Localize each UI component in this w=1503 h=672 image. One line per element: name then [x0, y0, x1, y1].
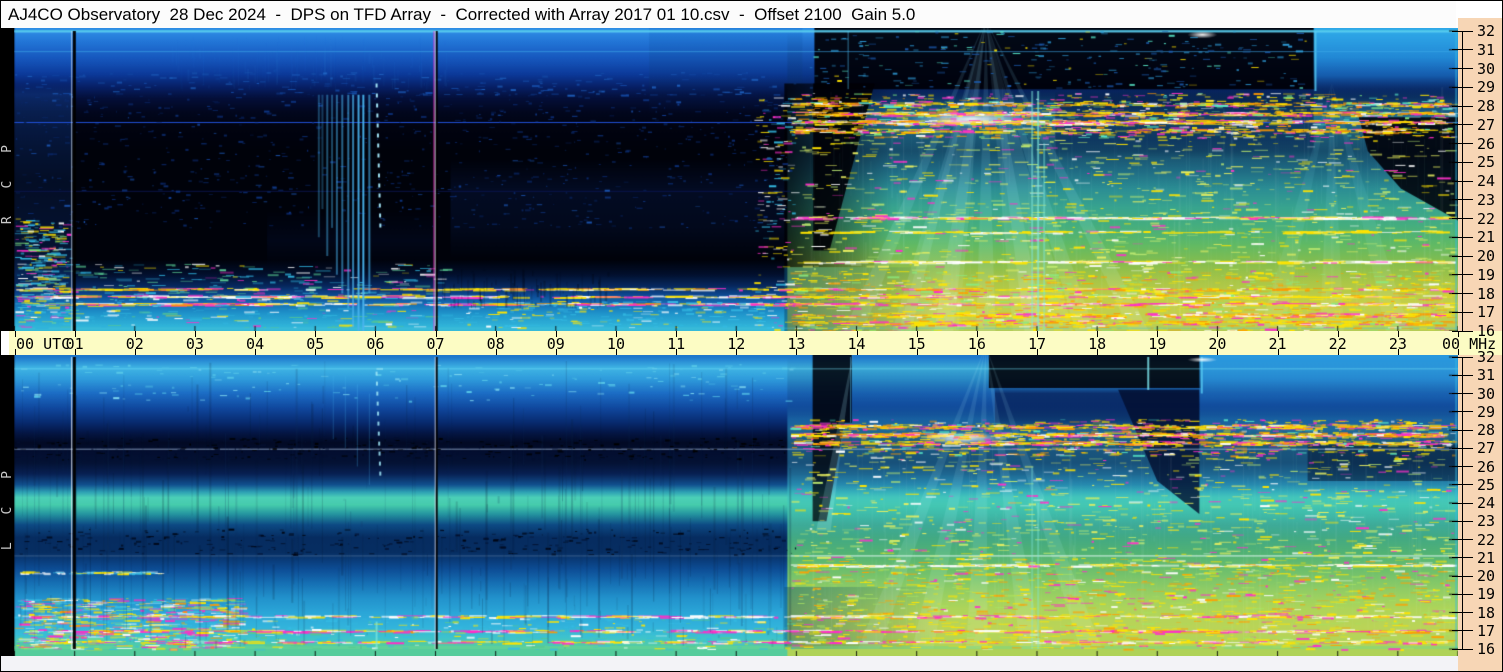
time-tick-label: 16	[967, 335, 986, 353]
time-tick-label: 22	[1328, 335, 1347, 353]
time-tick-label: 20	[1208, 335, 1227, 353]
time-tick-label: 23	[1388, 335, 1407, 353]
time-tick-label: 02	[125, 335, 144, 353]
time-tick-label: 19	[1148, 335, 1167, 353]
time-tick-label: 00 MHz	[1442, 335, 1497, 353]
title-bar: AJ4CO Observatory 28 Dec 2024 - DPS on T…	[1, 1, 1456, 28]
spectrogram-panel-rcp	[14, 28, 1458, 331]
time-tick-label: 04	[246, 335, 265, 353]
bottom-margin	[1, 656, 1458, 671]
spectrogram-panel-lcp	[14, 355, 1458, 656]
time-tick-label: 21	[1268, 335, 1287, 353]
rcp-label-margin: R C P	[0, 28, 15, 331]
time-tick-label: 18	[1088, 335, 1107, 353]
time-tick-label: 05	[306, 335, 325, 353]
time-tick-label: 11	[667, 335, 686, 353]
time-tick-label: 06	[366, 335, 385, 353]
time-axis: 00 UTC 01 02 03 04 05 06 07 08 09 10 11 12 13 14 15 16 17…	[9, 331, 1502, 355]
time-tick-label: 14	[847, 335, 866, 353]
time-tick-label: 00 UTC	[16, 335, 71, 353]
rcp-panel-label: R C P	[0, 134, 15, 225]
time-tick-label: 13	[787, 335, 806, 353]
dps-viewer-window: AJ4CO Observatory 28 Dec 2024 - DPS on T…	[0, 0, 1503, 672]
time-tick-label: 17	[1027, 335, 1046, 353]
time-tick-label: 10	[606, 335, 625, 353]
time-tick-label: 12	[727, 335, 746, 353]
time-tick-label: 07	[426, 335, 445, 353]
lcp-label-margin: L C P	[0, 355, 15, 656]
time-tick-label: 03	[185, 335, 204, 353]
lcp-panel-label: L C P	[0, 460, 15, 551]
time-tick-label: 15	[907, 335, 926, 353]
time-tick-label: 09	[546, 335, 565, 353]
title-text: AJ4CO Observatory 28 Dec 2024 - DPS on T…	[8, 5, 916, 24]
time-tick-label: 01	[65, 335, 84, 353]
time-tick-label: 08	[486, 335, 505, 353]
